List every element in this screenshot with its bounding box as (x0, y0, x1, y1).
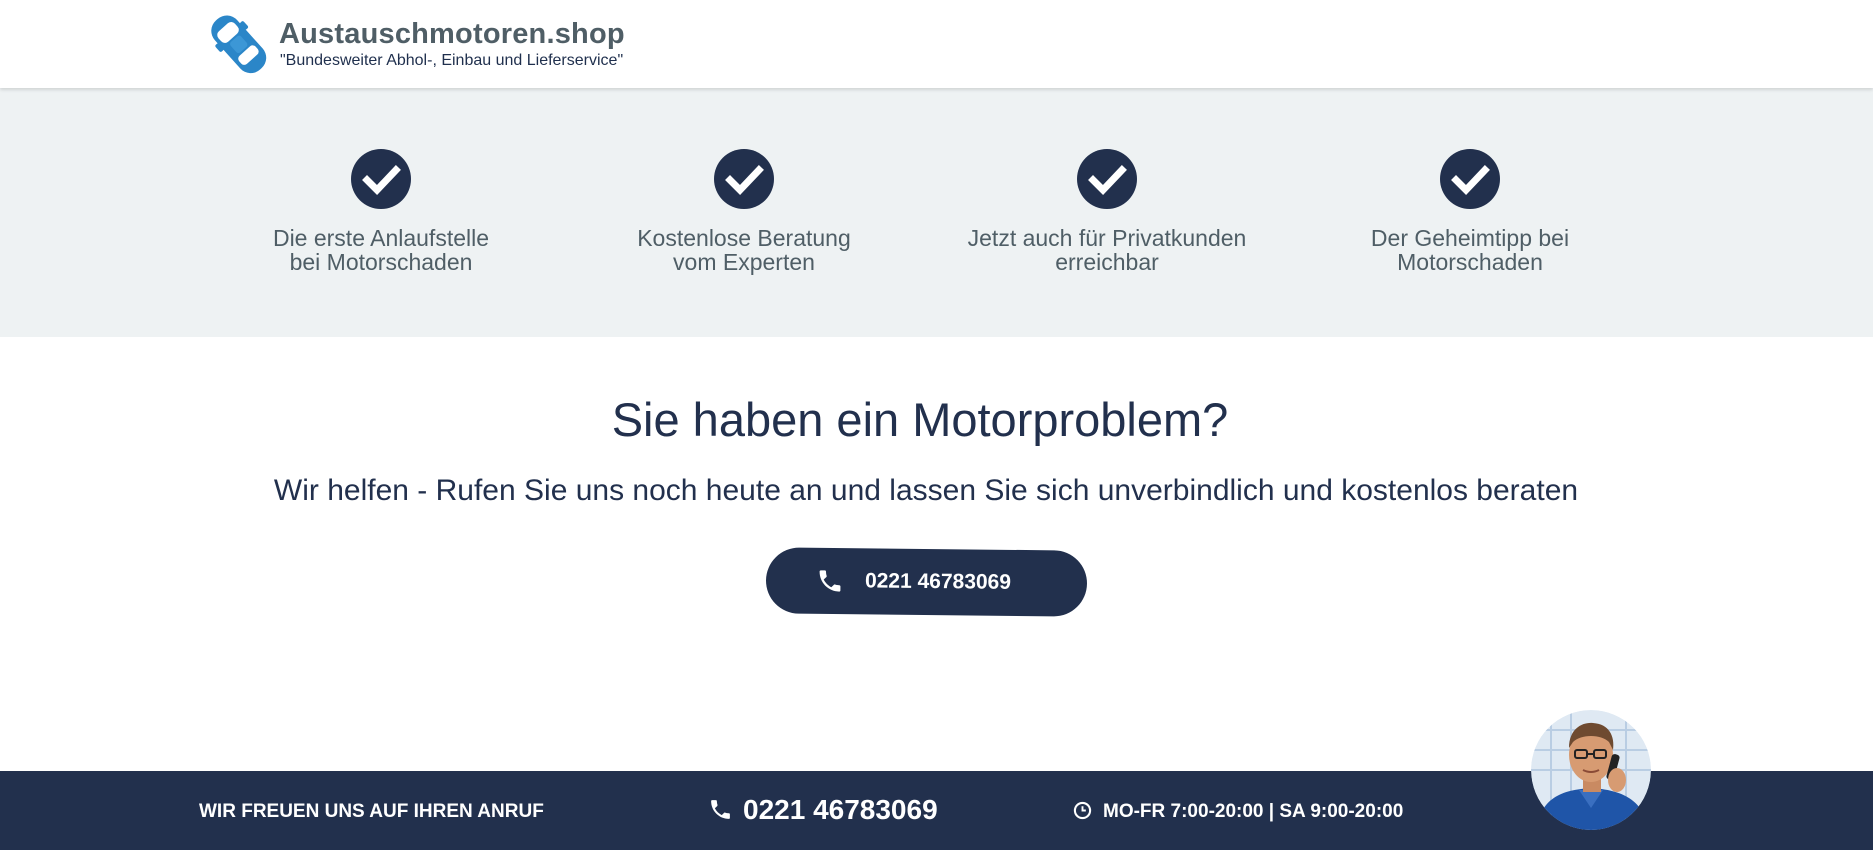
feature-text: Jetzt auch für Privatkunden erreichbar (967, 225, 1247, 275)
feature-item: Jetzt auch für Privatkunden erreichbar (947, 149, 1267, 274)
support-person-avatar (1531, 710, 1651, 830)
call-button[interactable]: 0221 46783069 (765, 547, 1088, 617)
footer-phone-number[interactable]: 0221 46783069 (743, 794, 938, 826)
main-headline: Sie haben ein Motorproblem? (611, 393, 1229, 446)
logo-tagline: "Bundesweiter Abhol-, Einbau und Liefers… (280, 52, 624, 69)
clock-icon (1073, 801, 1092, 820)
features-band: Die erste Anlaufstelle bei Motorschaden … (0, 88, 1873, 337)
feature-text: Der Geheimtipp bei Motorschaden (1370, 225, 1570, 275)
footer-call-text: WIR FREUEN UNS AUF IHREN ANRUF (199, 801, 544, 822)
main-subline: Wir helfen - Rufen Sie uns noch heute an… (273, 474, 1579, 507)
check-circle-icon (351, 149, 411, 209)
feature-text: Die erste Anlaufstelle bei Motorschaden (272, 225, 490, 275)
check-circle-icon (714, 149, 774, 209)
check-circle-icon (1077, 149, 1137, 209)
logo-title: Austauschmotoren.shop (279, 18, 625, 50)
feature-text: Kostenlose Beratung vom Experten (637, 225, 851, 275)
check-circle-icon (1440, 149, 1500, 209)
car-icon (211, 15, 267, 74)
feature-item: Kostenlose Beratung vom Experten (584, 149, 904, 274)
site-logo[interactable]: Austauschmotoren.shop "Bundesweiter Abho… (201, 6, 681, 84)
phone-icon (711, 800, 730, 819)
site-header: Austauschmotoren.shop "Bundesweiter Abho… (0, 0, 1873, 88)
footer-opening-hours: MO-FR 7:00-20:00 | SA 9:00-20:00 (1103, 801, 1404, 822)
feature-item: Die erste Anlaufstelle bei Motorschaden (221, 149, 541, 274)
phone-icon (819, 570, 841, 592)
feature-item: Der Geheimtipp bei Motorschaden (1310, 149, 1630, 274)
call-button-number: 0221 46783069 (864, 569, 1012, 594)
